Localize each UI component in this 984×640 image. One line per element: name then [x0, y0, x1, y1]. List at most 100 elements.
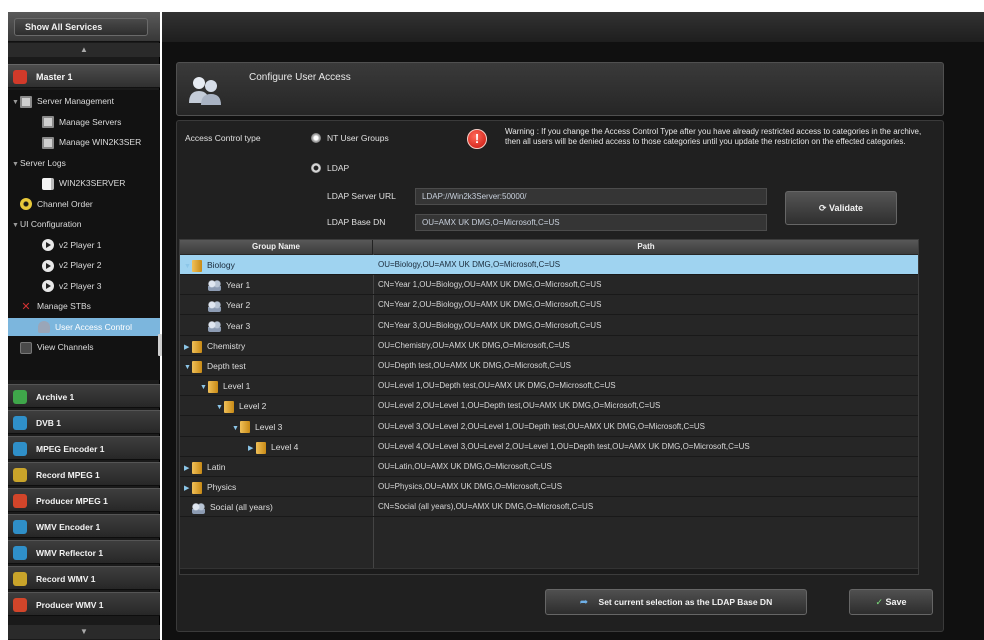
arrow-icon: ➦ — [579, 597, 589, 608]
service-item[interactable]: Producer MPEG 1 — [8, 488, 160, 512]
expand-caret-icon[interactable]: ▶ — [248, 439, 256, 459]
sidebar-item[interactable]: ▼UI Configuration — [12, 215, 81, 233]
service-item[interactable]: DVB 1 — [8, 410, 160, 434]
expand-caret-icon[interactable]: ▶ — [184, 479, 192, 499]
table-row[interactable]: Social (all years) CN=Social (all years),… — [180, 497, 918, 518]
sidebar-item-label: WIN2K3SERVER — [59, 178, 126, 188]
table-row[interactable]: Year 1 CN=Year 1,OU=Biology,OU=AMX UK DMG… — [180, 275, 918, 296]
table-row[interactable]: ▶ Chemistry OU=Chemistry,OU=AMX UK DMG,O=M… — [180, 336, 918, 358]
service-status-icon — [13, 416, 27, 430]
service-status-icon — [13, 494, 27, 508]
column-header-group-name[interactable]: Group Name — [180, 240, 373, 254]
radio-nt-label: NT User Groups — [327, 133, 389, 143]
scroll-down-arrow[interactable]: ▼ — [8, 625, 160, 639]
expand-caret-icon[interactable]: ▼ — [232, 419, 240, 439]
save-button[interactable]: ✓ Save — [849, 589, 933, 615]
group-name-cell: Year 1 — [200, 275, 250, 295]
table-row[interactable]: ▶ Physics OU=Physics,OU=AMX UK DMG,O=Micro… — [180, 477, 918, 499]
ldap-url-input[interactable]: LDAP://Win2k3Server:50000/ — [415, 188, 767, 205]
table-row[interactable]: Year 2 CN=Year 2,OU=Biology,OU=AMX UK DMG… — [180, 295, 918, 316]
grid-icon — [20, 341, 32, 354]
expand-caret-icon[interactable]: ▶ — [184, 459, 192, 479]
expand-caret-icon[interactable]: ▼ — [184, 257, 192, 277]
save-label: Save — [885, 597, 907, 607]
sidebar-item[interactable]: View Channels — [12, 338, 94, 356]
service-label: Record MPEG 1 — [36, 470, 100, 480]
radio-nt-user-groups[interactable] — [311, 133, 321, 143]
top-bar — [162, 12, 984, 42]
expand-caret-icon[interactable]: ▼ — [200, 378, 208, 398]
folder-icon — [256, 441, 266, 454]
expand-caret-icon[interactable]: ▼ — [216, 398, 224, 418]
radio-ldap[interactable] — [311, 163, 321, 173]
service-label: DVB 1 — [36, 418, 62, 428]
sidebar-item-label: UI Configuration — [20, 219, 82, 229]
service-status-icon — [13, 468, 27, 482]
group-name: Biology — [207, 260, 235, 270]
service-item[interactable]: Record WMV 1 — [8, 566, 160, 590]
sidebar-item[interactable]: ✕ Manage STBs — [12, 297, 90, 315]
table-row[interactable]: ▼ Depth test OU=Depth test,OU=AMX UK DMG,O… — [180, 356, 918, 376]
play-icon — [42, 259, 54, 272]
table-row[interactable]: ▼ Biology OU=Biology,OU=AMX UK DMG,O=Micro… — [180, 255, 918, 275]
check-icon: ✓ — [875, 597, 883, 607]
service-item[interactable]: Record MPEG 1 — [8, 462, 160, 486]
expand-chevron-icon[interactable]: ▼ — [12, 156, 20, 174]
show-all-services-button[interactable]: Show All Services — [14, 18, 148, 36]
sidebar-item-label: v2 Player 2 — [59, 260, 102, 270]
monitor-icon — [42, 136, 54, 149]
table-row[interactable]: Year 3 CN=Year 3,OU=Biology,OU=AMX UK DMG… — [180, 316, 918, 336]
expand-caret-icon[interactable]: ▼ — [184, 358, 192, 378]
service-status-icon — [13, 442, 27, 456]
validate-button[interactable]: ⟳ Validate — [785, 191, 897, 225]
service-master[interactable]: Master 1 — [8, 64, 160, 88]
set-ldap-base-dn-button[interactable]: ➦ Set current selection as the LDAP Base… — [545, 589, 807, 615]
service-item[interactable]: Archive 1 — [8, 384, 160, 408]
group-name-cell: ▶ Latin — [184, 457, 225, 477]
sidebar-item[interactable]: v2 Player 3 — [34, 277, 102, 295]
service-item[interactable]: MPEG Encoder 1 — [8, 436, 160, 460]
radio-ldap-label: LDAP — [327, 163, 350, 173]
expand-chevron-icon[interactable]: ▼ — [12, 217, 20, 235]
path-cell: CN=Year 1,OU=Biology,OU=AMX UK DMG,O=Mic… — [378, 280, 602, 290]
folder-icon — [192, 360, 202, 373]
folder-icon — [208, 380, 218, 393]
group-name-cell: ▼ Biology — [184, 255, 235, 275]
sidebar-item[interactable]: WIN2K3SERVER — [34, 174, 125, 192]
sidebar-item-label: v2 Player 1 — [59, 239, 102, 250]
service-item[interactable]: WMV Encoder 1 — [8, 514, 160, 538]
sidebar-item[interactable]: Manage Servers — [34, 113, 121, 131]
play-icon — [42, 239, 54, 252]
sidebar-item[interactable]: v2 Player 2 — [34, 256, 102, 274]
column-header-path[interactable]: Path — [373, 240, 918, 254]
group-name-cell: ▼ Level 3 — [232, 417, 282, 437]
sidebar-item[interactable]: ▼ Server Management — [12, 92, 114, 110]
table-row[interactable]: ▶ Level 4 OU=Level 4,OU=Level 3,OU=Level 2… — [180, 437, 918, 459]
sidebar-item[interactable]: ▼Server Logs — [12, 154, 66, 172]
sidebar-item-label: User Access Control — [55, 321, 132, 332]
group-name-cell: ▼ Depth test — [184, 356, 246, 376]
navigation-tree: ▼ Server Management Manage Servers Manage W… — [8, 90, 160, 380]
sidebar-item[interactable]: User Access Control — [8, 317, 160, 336]
ldap-base-input[interactable]: OU=AMX UK DMG,O=Microsoft,C=US — [415, 214, 767, 231]
path-cell: OU=Latin,OU=AMX UK DMG,O=Microsoft,C=US — [378, 462, 552, 471]
sidebar-item[interactable]: Channel Order — [12, 195, 93, 213]
expand-caret-icon[interactable]: ▶ — [184, 338, 192, 358]
sidebar-item[interactable]: v2 Player 1 — [34, 236, 102, 254]
warning-text: Warning : If you change the Access Contr… — [505, 127, 922, 146]
scroll-up-arrow[interactable]: ▲ — [8, 43, 160, 57]
header-panel: Configure User Access — [176, 62, 944, 116]
table-row[interactable]: ▼ Level 3 OU=Level 3,OU=Level 2,OU=Level 1… — [180, 417, 918, 437]
group-name: Level 3 — [255, 421, 283, 432]
folder-icon — [192, 340, 202, 353]
sidebar-item[interactable]: Manage WIN2K3SER — [34, 133, 141, 151]
expand-chevron-icon[interactable]: ▼ — [12, 94, 20, 112]
path-cell: OU=Level 4,OU=Level 3,OU=Level 2,OU=Leve… — [378, 441, 750, 451]
table-row[interactable]: ▼ Level 1 OU=Level 1,OU=Depth test,OU=AMX … — [180, 376, 918, 398]
service-item[interactable]: WMV Reflector 1 — [8, 540, 160, 564]
table-row[interactable]: ▶ Latin OU=Latin,OU=AMX UK DMG,O=Microsoft… — [180, 457, 918, 477]
service-item[interactable]: Producer WMV 1 — [8, 592, 160, 616]
table-row[interactable]: ▼ Level 2 OU=Level 2,OU=Level 1,OU=Depth t… — [180, 396, 918, 418]
table-horizontal-scrollbar[interactable] — [180, 568, 918, 574]
warning-icon: ! — [467, 129, 487, 149]
